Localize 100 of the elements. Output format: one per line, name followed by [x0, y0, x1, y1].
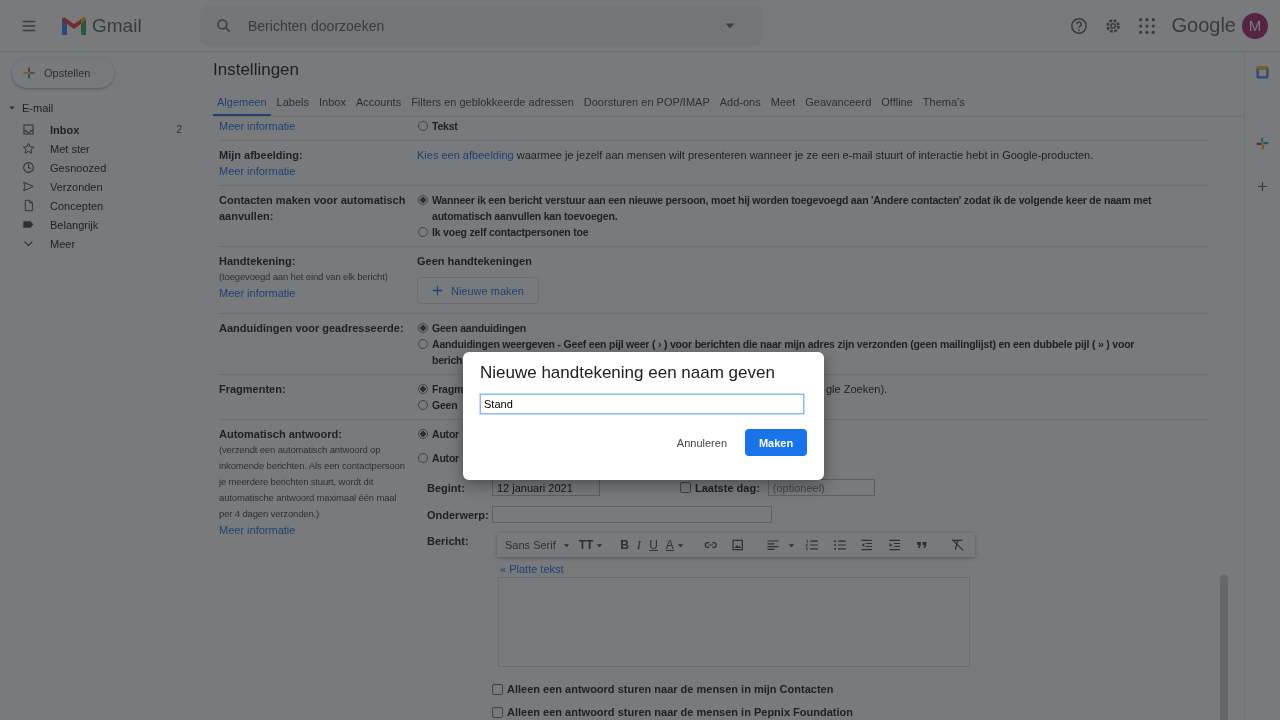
settings-tab[interactable]: Add-ons [715, 92, 765, 116]
help-icon[interactable] [1069, 16, 1088, 35]
indent-icon[interactable] [886, 537, 903, 553]
search-field[interactable]: Berichten doorzoeken [246, 16, 724, 35]
checkbox-label[interactable]: Alleen een antwoord sturen naar de mensen in mijn Contacten [507, 681, 834, 697]
settings-tab[interactable]: Geavanceerd [801, 92, 876, 116]
settings-tab[interactable]: Meet [766, 92, 800, 116]
subject-field[interactable] [492, 506, 772, 523]
clear-formatting-icon[interactable] [949, 537, 965, 553]
checkbox-label[interactable]: Alleen een antwoord sturen naar de mensen in Pepnix Foundation [507, 704, 853, 720]
star-icon [22, 142, 35, 155]
font-dropdown[interactable]: Sans Serif [503, 535, 573, 555]
checkbox[interactable] [492, 683, 503, 695]
image-icon[interactable] [730, 537, 746, 553]
signature-status: Geen handtekeningen [417, 254, 533, 269]
radio-button[interactable] [418, 429, 428, 439]
caret-icon[interactable] [8, 104, 16, 112]
folder-link[interactable]: Inbox [50, 123, 177, 136]
radio-button[interactable] [418, 227, 428, 237]
settings-tab[interactable]: Filters en geblokkeerde adressen [407, 92, 578, 116]
radio-button[interactable] [418, 400, 428, 410]
bold-button[interactable]: B [618, 535, 631, 555]
numbered-list-icon[interactable] [804, 537, 820, 553]
section-label[interactable]: E-mail [22, 102, 54, 114]
settings-tab[interactable]: Labels [272, 92, 313, 116]
bulleted-list-icon[interactable] [831, 537, 848, 553]
start-label: Begint: [427, 480, 466, 496]
settings-tab[interactable]: Thema's [918, 92, 969, 116]
settings-icon[interactable] [1103, 16, 1122, 35]
radio-label[interactable]: Wanneer ik een bericht verstuur aan een nieuwe persoon, moet hij worden toegevoegd aan 'Andere contacten' zodat ik de volgende keer de naam met [432, 192, 1152, 208]
message-label: Bericht: [427, 534, 470, 549]
learn-more-link[interactable]: Meer informatie [219, 285, 417, 301]
radio-button[interactable] [418, 339, 428, 349]
colorful-pinwheel-icon[interactable] [1255, 136, 1270, 151]
text-color-dropdown[interactable]: A [663, 535, 687, 555]
add-icon[interactable] [1255, 179, 1270, 194]
folder-link[interactable]: Met ster [50, 142, 200, 155]
learn-more-link[interactable]: Meer informatie [219, 522, 417, 538]
send-icon [22, 180, 35, 193]
unread-count: 2 [176, 124, 182, 135]
plus-icon [22, 66, 36, 80]
cancel-button[interactable]: Annuleren [672, 429, 731, 456]
learn-more-link[interactable]: Meer informatie [219, 118, 417, 134]
radio-label[interactable]: berich [432, 352, 463, 368]
text-size-dropdown[interactable]: TT [576, 535, 607, 555]
setting-label: Mijn afbeelding: [219, 148, 304, 163]
setting-label: Automatisch antwoord: [219, 427, 343, 442]
page-title: Instellingen [213, 60, 300, 80]
settings-tab[interactable]: Doorsturen en POP/IMAP [579, 92, 714, 116]
outdent-icon[interactable] [859, 537, 875, 553]
inbox-icon [22, 123, 35, 136]
folder-link[interactable]: Meer [50, 237, 200, 250]
radio-button[interactable] [418, 384, 428, 394]
confirm-button[interactable]: Maken [745, 429, 807, 456]
name-field[interactable]: Stand [480, 394, 804, 414]
calendar-icon[interactable] [1255, 65, 1270, 80]
radio-label[interactable]: automatisch aanvullen kan toevoegen. [432, 208, 618, 224]
checkbox[interactable] [492, 706, 503, 718]
search-bar[interactable]: Berichten doorzoeken [200, 5, 762, 46]
checkbox[interactable] [680, 482, 691, 493]
underline-button[interactable]: U [647, 535, 660, 555]
dialog-title: Nieuwe handtekening een naam geven [480, 363, 776, 383]
avatar[interactable]: M [1242, 12, 1268, 39]
radio-label[interactable]: Tekst [432, 118, 458, 134]
radio-label[interactable]: Ik voeg zelf contactpersonen toe [432, 224, 589, 240]
choose-image-link[interactable]: Kies een afbeelding [417, 149, 514, 161]
create-new-button[interactable]: Nieuwe maken [417, 277, 539, 304]
apps-grid-icon[interactable] [1137, 16, 1156, 35]
radio-label[interactable]: Autor [432, 426, 459, 442]
radio-label[interactable]: Aanduidingen weergeven - Geef een pijl weer ( › ) voor berichten die naar mijn adres zijn verzonden (geen mailinglijst) en een dubbele pijl ( » ) voor [432, 336, 1135, 352]
folder-link[interactable]: Gesnoozed [50, 161, 200, 174]
description-text: Kies een afbeelding waarmee je jezelf aan mensen wilt presenteren wanneer je ze een e-mail stuurt of interactie hebt in Google-producten. [417, 148, 1095, 163]
settings-tab[interactable]: Offline [877, 92, 917, 116]
search-icon[interactable] [216, 17, 232, 34]
mail-logo-icon[interactable] [60, 14, 88, 37]
settings-tab[interactable]: Algemeen [213, 92, 271, 116]
settings-tab[interactable]: Inbox [314, 92, 350, 116]
radio-label[interactable]: Geen aanduidingen [432, 320, 527, 336]
setting-label: Fragmenten: [219, 382, 287, 397]
settings-tab[interactable]: Accounts [351, 92, 406, 116]
italic-button[interactable]: I [634, 535, 644, 555]
clock-icon [22, 161, 35, 174]
folder-link[interactable]: Belangrijk [50, 218, 200, 231]
radio-button[interactable] [418, 121, 428, 131]
brand-name: Google [1171, 14, 1236, 37]
setting-label: Aanduidingen voor geadresseerde: [219, 321, 405, 336]
document-icon [22, 199, 35, 212]
radio-button[interactable] [418, 323, 428, 333]
setting-label: Contacten maken voor automatisch aanvullen: [219, 193, 407, 224]
compose-button[interactable]: Opstellen [12, 58, 114, 88]
radio-button[interactable] [418, 195, 428, 205]
app-name: Gmail [92, 14, 143, 37]
plain-text-link[interactable]: « Platte tekst [500, 561, 975, 577]
folder-link[interactable]: Verzonden [50, 180, 200, 193]
radio-label[interactable]: Geen [432, 397, 458, 413]
subject-label: Onderwerp: [427, 507, 490, 523]
radio-button[interactable] [418, 453, 428, 463]
learn-more-link[interactable]: Meer informatie [219, 163, 417, 179]
radio-label[interactable]: Autor [432, 450, 459, 466]
folder-link[interactable]: Concepten [50, 199, 200, 212]
